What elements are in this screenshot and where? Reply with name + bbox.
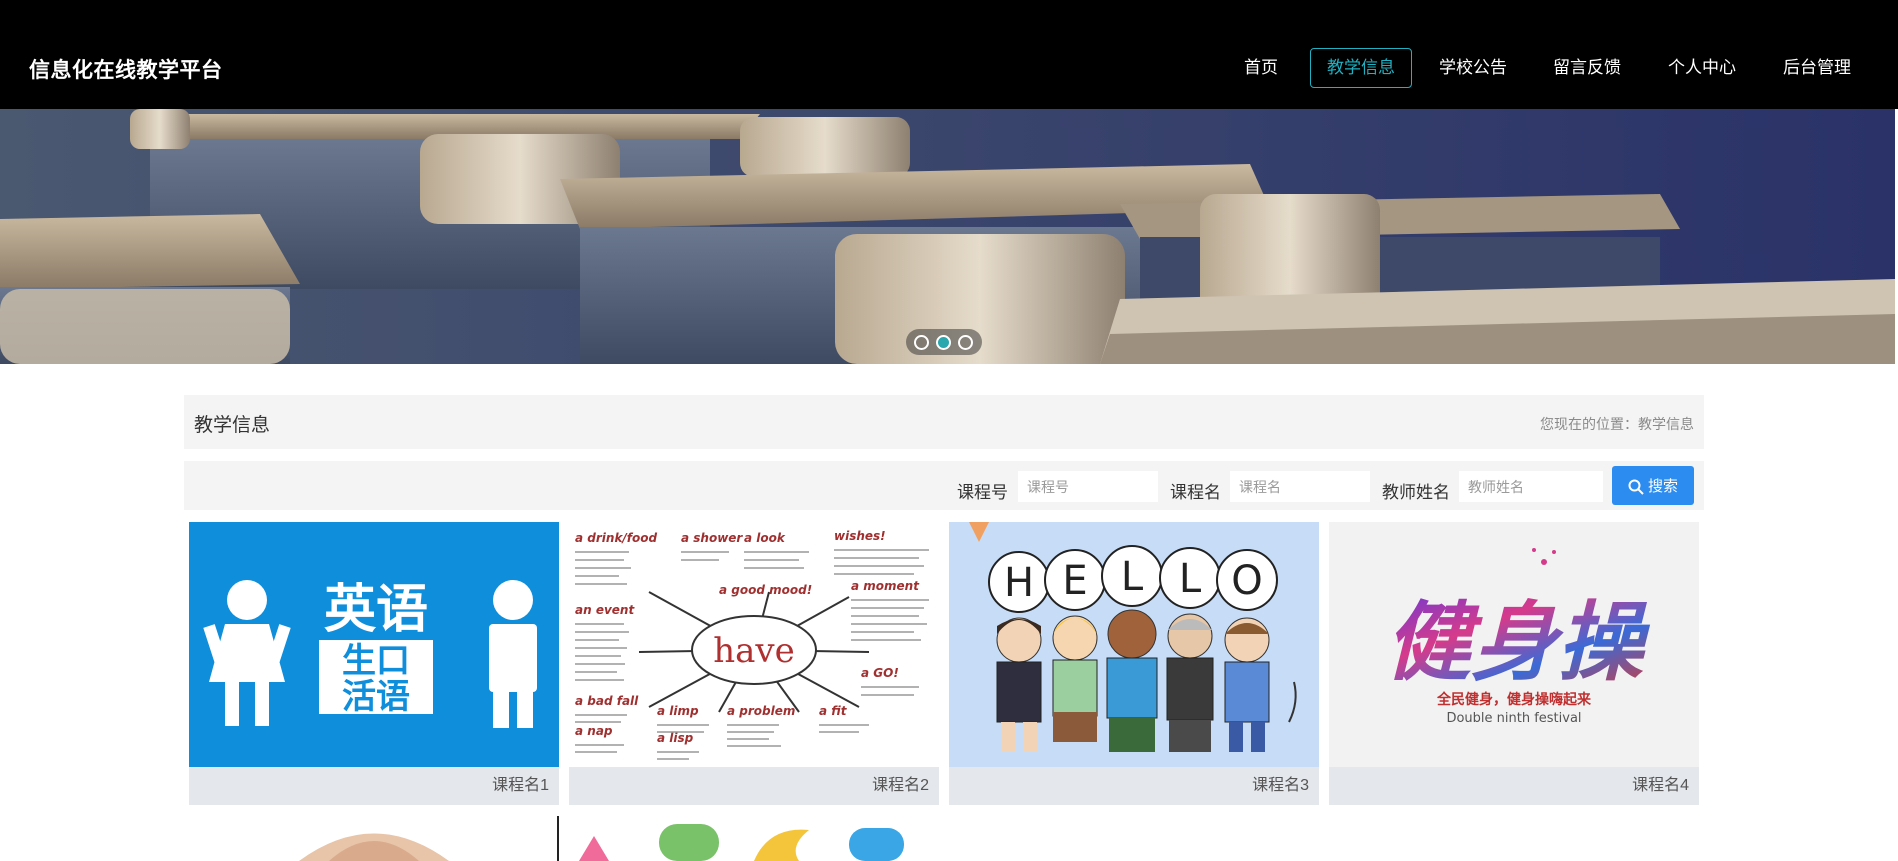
course-no-input[interactable] (1018, 471, 1158, 502)
course-image-1-text-2: 生口 (342, 641, 410, 681)
course-caption-4: 课程名4 (1329, 767, 1699, 805)
course-image-2-phrase-6: an event (575, 603, 635, 617)
course-card-1[interactable]: 英语 生口 活语 课程名1 (189, 522, 559, 805)
course-image-2-phrase-4: wishes! (834, 529, 886, 543)
hello-letter-4: L (1179, 556, 1202, 602)
course-caption-1: 课程名1 (189, 767, 559, 805)
course-image-2-phrase-3: a look (744, 531, 786, 545)
english-spoken-image: 英语 生口 活语 (203, 580, 537, 728)
hero-banner[interactable] (0, 109, 1895, 364)
nav-admin[interactable]: 后台管理 (1774, 48, 1860, 88)
course-image-1: 英语 生口 活语 (189, 522, 559, 767)
course-image-1-text-3: 活语 (342, 677, 410, 717)
course-image-2-phrase-5: a good mood! (719, 583, 812, 597)
section-title-bar: 教学信息 您现在的位置：教学信息 (184, 395, 1704, 449)
have-mindmap-image: have a drink/food a shower a look wishes… (575, 529, 929, 760)
search-button[interactable]: 搜索 (1612, 466, 1694, 505)
course-card-6[interactable] (569, 816, 939, 861)
course-image-2-phrase-1: a drink/food (575, 531, 658, 545)
course-image-2-phrase-8: a bad fall (575, 694, 639, 708)
course-image-3: H E L L O (949, 522, 1319, 767)
course-image-4-title: 健身操 (1385, 592, 1651, 693)
nav-teaching-info[interactable]: 教学信息 (1310, 48, 1412, 88)
nav-personal-center[interactable]: 个人中心 (1659, 48, 1745, 88)
aerobics-image: 健身操 全民健身，健身操嗨起来 Double ninth festival (1385, 548, 1651, 726)
course-image-2-phrase-2: a shower (681, 531, 743, 545)
course-image-2-phrase-7: a moment (851, 579, 920, 593)
course-card-3[interactable]: H E L L O 课程名3 (949, 522, 1319, 805)
course-no-label: 课程号 (957, 483, 1008, 502)
breadcrumb: 您现在的位置：教学信息 (1540, 416, 1694, 432)
course-image-2-phrase-12: a nap (575, 724, 613, 738)
teacher-name-input[interactable] (1459, 471, 1603, 502)
course-caption-3: 课程名3 (949, 767, 1319, 805)
course-name-label: 课程名 (1170, 483, 1221, 502)
course-card-5[interactable] (189, 816, 559, 861)
carousel-dot-1[interactable] (914, 335, 929, 350)
course-image-2: have a drink/food a shower a look wishes… (569, 522, 939, 767)
section-title: 教学信息 (194, 415, 271, 436)
course-name-input[interactable] (1230, 471, 1370, 502)
carousel-dot-2[interactable] (936, 335, 951, 350)
hello-letter-2: E (1062, 558, 1087, 604)
nav-school-notice[interactable]: 学校公告 (1430, 48, 1516, 88)
top-navbar: 信息化在线教学平台 首页 教学信息 学校公告 留言反馈 个人中心 后台管理 (0, 0, 1898, 109)
teacher-name-label: 教师姓名 (1382, 483, 1450, 502)
course-image-1-text-1: 英语 (324, 580, 428, 640)
course-image-2-phrase-10: a problem (727, 704, 795, 718)
hello-letter-1: H (1004, 560, 1034, 606)
classroom-banner-image (0, 109, 1895, 364)
carousel-dot-3[interactable] (958, 335, 973, 350)
hello-letter-5: O (1231, 558, 1262, 604)
nav-feedback[interactable]: 留言反馈 (1544, 48, 1630, 88)
hello-letter-3: L (1121, 554, 1144, 600)
course-image-4: 健身操 全民健身，健身操嗨起来 Double ninth festival (1329, 522, 1699, 767)
search-icon (1628, 479, 1644, 495)
course-caption-2: 课程名2 (569, 767, 939, 805)
search-button-label: 搜索 (1647, 478, 1678, 495)
course-image-2-phrase-13: a lisp (657, 731, 694, 745)
course-image-4-subtitle: Double ninth festival (1446, 711, 1581, 726)
course-image-2-phrase-11: a fit (819, 704, 848, 718)
search-bar: 课程号 课程名 教师姓名 搜索 (184, 461, 1704, 510)
nav-home[interactable]: 首页 (1230, 48, 1292, 88)
carousel-indicators (906, 329, 982, 355)
course-image-6 (569, 816, 939, 861)
course-card-2[interactable]: have a drink/food a shower a look wishes… (569, 522, 939, 805)
hello-kids-image: H E L L O (969, 522, 1297, 752)
main-nav: 首页 教学信息 学校公告 留言反馈 个人中心 后台管理 (0, 48, 1898, 88)
course-image-2-word: have (713, 631, 795, 671)
course-image-4-slogan: 全民健身，健身操嗨起来 (1436, 691, 1592, 708)
course-image-2-phrase-9: a limp (657, 704, 699, 718)
course-card-4[interactable]: 健身操 全民健身，健身操嗨起来 Double ninth festival 课程… (1329, 522, 1699, 805)
course-image-5 (189, 816, 559, 861)
course-image-2-phrase-14: a GO! (861, 666, 899, 680)
